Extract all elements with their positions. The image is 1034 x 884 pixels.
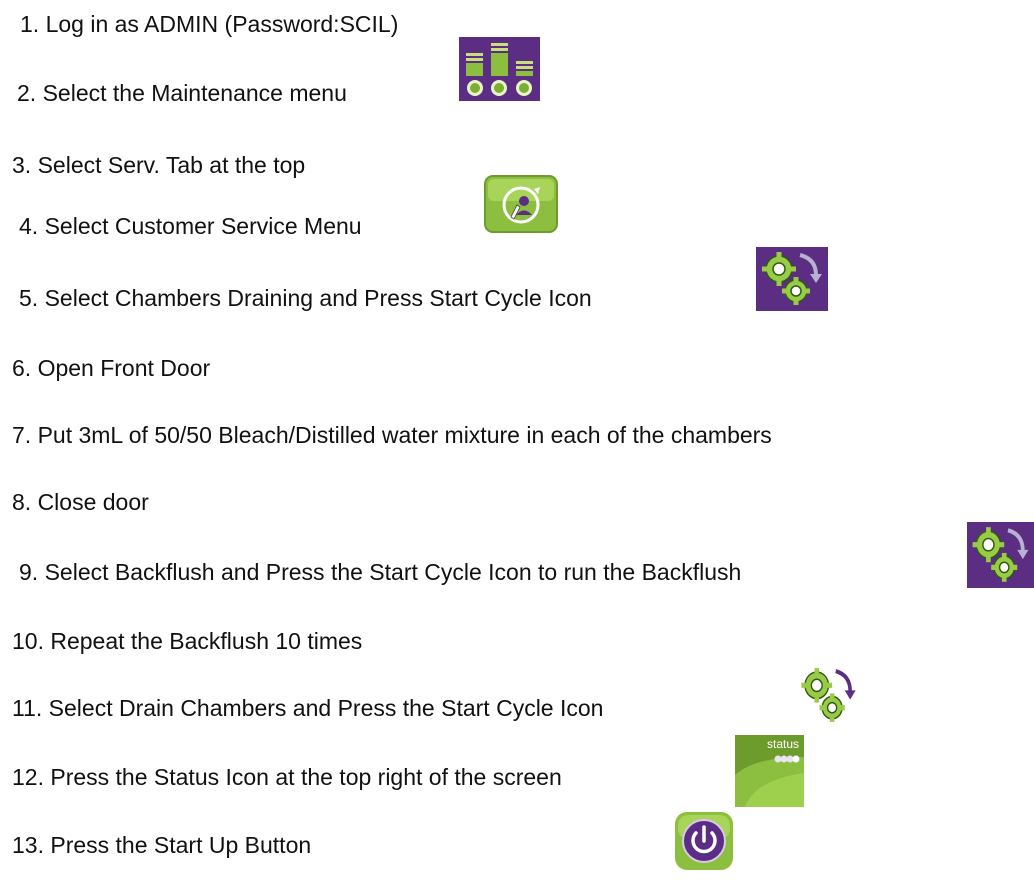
customer-service-icon bbox=[484, 175, 558, 233]
start-cycle-gears-icon bbox=[756, 247, 828, 311]
step-5: 5. Select Chambers Draining and Press St… bbox=[19, 285, 592, 311]
step-13: 13. Press the Start Up Button bbox=[12, 832, 312, 858]
step-2: 2. Select the Maintenance menu bbox=[17, 80, 347, 106]
step-10: 10. Repeat the Backflush 10 times bbox=[12, 628, 363, 654]
step-11: 11. Select Drain Chambers and Press the … bbox=[12, 695, 604, 721]
start-cycle-gears-icon bbox=[796, 663, 861, 728]
step-7: 7. Put 3mL of 50/50 Bleach/Distilled wat… bbox=[12, 422, 772, 448]
power-button-icon bbox=[675, 812, 733, 870]
start-cycle-gears-icon bbox=[967, 522, 1034, 588]
step-4: 4. Select Customer Service Menu bbox=[19, 213, 362, 239]
step-1: 1. Log in as ADMIN (Password:SCIL) bbox=[20, 11, 399, 37]
step-9: 9. Select Backflush and Press the Start … bbox=[19, 559, 742, 585]
maintenance-menu-icon bbox=[459, 37, 540, 101]
step-6: 6. Open Front Door bbox=[12, 355, 211, 381]
step-3: 3. Select Serv. Tab at the top bbox=[12, 152, 306, 178]
step-8: 8. Close door bbox=[12, 489, 149, 515]
step-12: 12. Press the Status Icon at the top rig… bbox=[12, 764, 562, 790]
status-icon: status bbox=[735, 735, 804, 807]
status-icon-label: status bbox=[766, 737, 799, 751]
